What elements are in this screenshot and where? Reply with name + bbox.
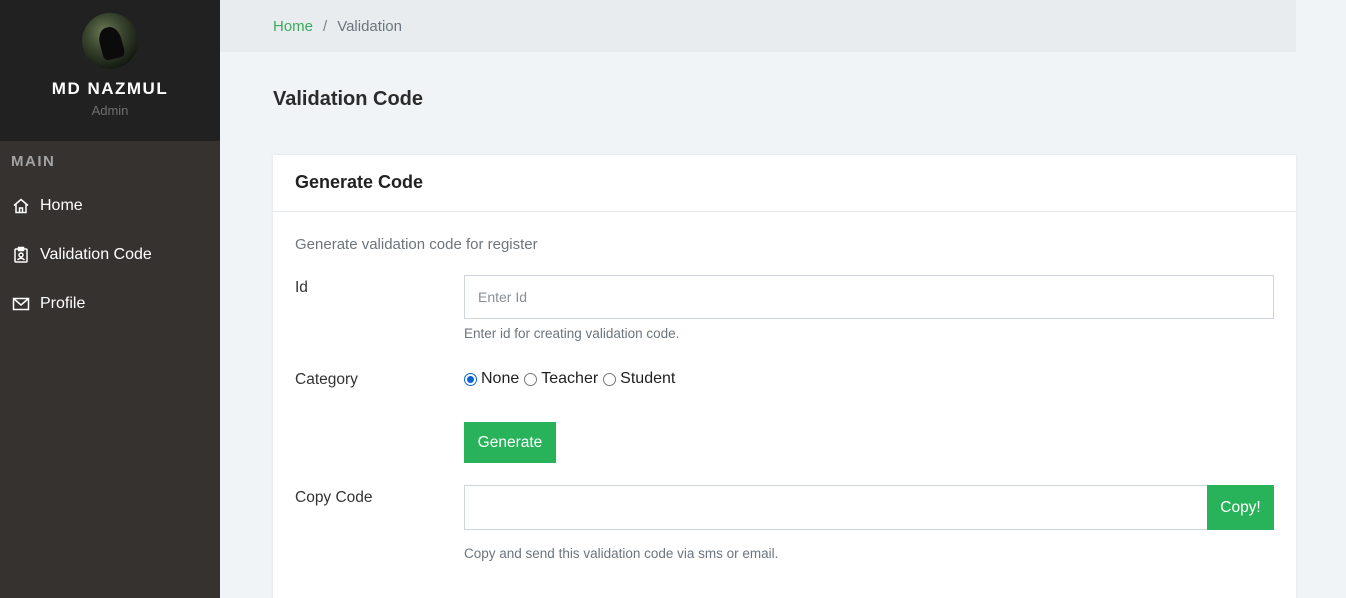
copy-help-text: Copy and send this validation code via s…	[464, 546, 779, 561]
nav-heading: MAIN	[11, 153, 56, 170]
badge-icon	[12, 246, 30, 264]
id-input[interactable]	[464, 275, 1274, 319]
copy-code-input[interactable]	[464, 485, 1207, 530]
copy-button[interactable]: Copy!	[1207, 485, 1274, 530]
radio-none[interactable]	[464, 372, 477, 386]
category-radio-group: None Teacher Student	[464, 370, 680, 388]
breadcrumb-home-link[interactable]: Home	[273, 18, 313, 35]
sidebar-item-label: Profile	[40, 294, 86, 312]
sidebar-item-home[interactable]: Home	[0, 181, 220, 230]
id-help-text: Enter id for creating validation code.	[464, 326, 680, 341]
radio-student-label[interactable]: Student	[620, 370, 675, 388]
sidebar: MD NAZMUL Admin MAIN Home Validation Cod…	[0, 0, 220, 598]
sidebar-item-label: Home	[40, 196, 83, 214]
home-icon	[12, 197, 30, 215]
breadcrumb-current: Validation	[337, 17, 402, 35]
radio-none-label[interactable]: None	[481, 370, 519, 388]
id-label: Id	[295, 279, 308, 296]
card-title: Generate Code	[273, 155, 1296, 212]
user-role: Admin	[91, 103, 129, 118]
page-title: Validation Code	[273, 88, 424, 110]
generate-code-card: Generate Code Generate validation code f…	[273, 155, 1296, 598]
avatar[interactable]	[82, 13, 138, 69]
sidebar-item-validation-code[interactable]: Validation Code	[0, 230, 220, 279]
radio-student[interactable]	[603, 372, 617, 386]
user-name: MD NAZMUL	[51, 79, 169, 98]
breadcrumb: Home / Validation	[220, 0, 1296, 52]
copy-code-label: Copy Code	[295, 489, 373, 506]
sidebar-item-profile[interactable]: Profile	[0, 279, 220, 328]
sidebar-item-label: Validation Code	[40, 245, 152, 263]
generate-button[interactable]: Generate	[464, 422, 556, 463]
radio-teacher[interactable]	[524, 372, 538, 386]
category-label: Category	[295, 371, 358, 388]
card-description: Generate validation code for register	[295, 236, 538, 253]
breadcrumb-separator: /	[323, 17, 328, 35]
profile-block: MD NAZMUL Admin	[0, 0, 220, 141]
mail-icon	[12, 295, 30, 313]
radio-teacher-label[interactable]: Teacher	[541, 370, 598, 388]
